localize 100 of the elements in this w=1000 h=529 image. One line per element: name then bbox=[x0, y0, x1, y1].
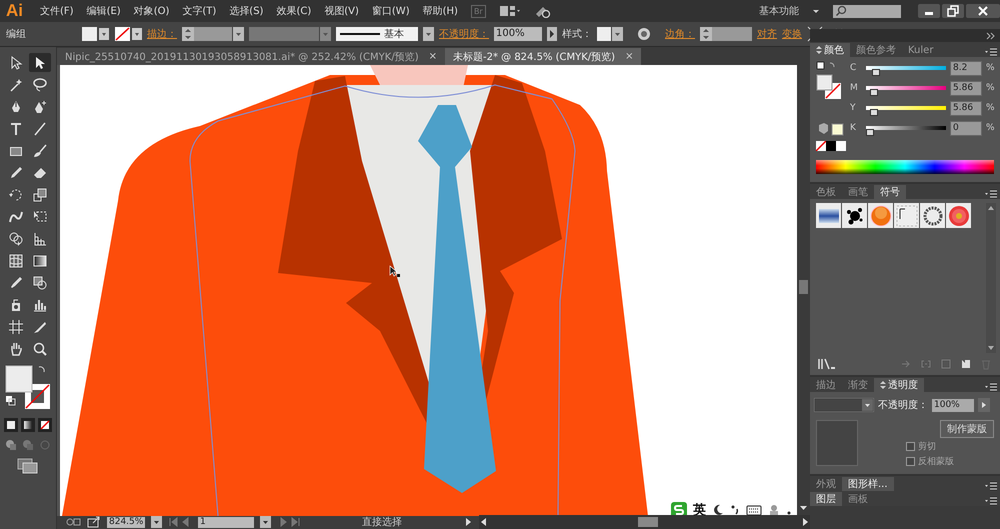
caret-icon[interactable] bbox=[423, 26, 434, 42]
menu-item[interactable]: 视图(V) bbox=[324, 4, 359, 18]
collapse-panels-icon[interactable] bbox=[986, 32, 996, 40]
panel-menu-icon[interactable] bbox=[985, 47, 997, 57]
stroke-swatch-icon[interactable] bbox=[114, 26, 142, 42]
transform-link[interactable]: 变换 bbox=[782, 27, 802, 41]
slider-thumb[interactable] bbox=[872, 69, 880, 76]
panel-tab[interactable]: 颜色 bbox=[810, 43, 850, 57]
menu-item[interactable]: 文件(F) bbox=[40, 4, 74, 18]
frame-symbol-icon[interactable] bbox=[894, 203, 919, 228]
screen-mode-icon[interactable] bbox=[17, 458, 39, 474]
caret-icon[interactable] bbox=[812, 7, 820, 15]
corner-field-icon[interactable] bbox=[700, 26, 752, 42]
search-field[interactable] bbox=[833, 4, 901, 18]
slider-thumb[interactable] bbox=[866, 129, 874, 136]
variable-width-dropdown-icon[interactable] bbox=[249, 26, 331, 42]
recolor-icon[interactable] bbox=[636, 26, 652, 42]
menu-item[interactable]: 效果(C) bbox=[276, 4, 312, 18]
panel-tab[interactable]: 图形样... bbox=[842, 477, 894, 491]
gradient-mode-icon[interactable] bbox=[21, 418, 35, 432]
workspace-switcher[interactable]: 基本功能 bbox=[759, 4, 799, 18]
panel-tab[interactable]: 透明度 bbox=[874, 378, 924, 392]
restore-icon[interactable] bbox=[942, 4, 964, 18]
panel-tab[interactable]: 色板 bbox=[810, 185, 842, 199]
opacity-field[interactable]: 100% bbox=[494, 27, 542, 41]
stroke-profile-dropdown[interactable]: 基本 bbox=[336, 27, 418, 41]
panel-tab[interactable]: 画笔 bbox=[842, 185, 874, 199]
panel-tab[interactable]: 图层 bbox=[810, 492, 842, 506]
vertical-scrollbar[interactable] bbox=[986, 203, 996, 353]
menu-item[interactable]: 帮助(H) bbox=[422, 4, 458, 18]
moon-icon[interactable] bbox=[712, 504, 724, 516]
fill-swatch-icon[interactable] bbox=[81, 26, 109, 42]
stroke-link[interactable]: 描边： bbox=[147, 27, 177, 41]
slider-thumb[interactable] bbox=[870, 109, 878, 116]
splat-symbol-icon[interactable] bbox=[842, 203, 867, 228]
layout-icon[interactable] bbox=[498, 4, 521, 18]
panel-menu-icon[interactable] bbox=[985, 189, 997, 199]
option-label: 反相蒙版 bbox=[918, 456, 954, 468]
draw-normal-icon[interactable] bbox=[4, 438, 18, 452]
checkbox[interactable] bbox=[906, 457, 915, 466]
vertical-scrollbar[interactable] bbox=[797, 65, 810, 515]
fill-stroke-swatches-icon[interactable] bbox=[4, 364, 52, 412]
close-tab-button[interactable]: × bbox=[625, 51, 634, 62]
quick-swatches-icon[interactable] bbox=[816, 141, 846, 151]
scroll-thumb[interactable] bbox=[799, 280, 808, 294]
align-link[interactable]: 对齐 bbox=[757, 27, 777, 41]
share-icon[interactable] bbox=[87, 516, 101, 528]
menu-item[interactable]: 选择(S) bbox=[229, 4, 264, 18]
ring-symbol-icon[interactable] bbox=[920, 203, 945, 228]
color-mode-icon[interactable] bbox=[4, 418, 18, 432]
banner-symbol-icon[interactable] bbox=[816, 203, 841, 228]
panel-menu-icon[interactable] bbox=[985, 481, 997, 491]
punctuation-icon[interactable] bbox=[730, 504, 740, 516]
panel-tab[interactable]: 符号 bbox=[874, 185, 906, 199]
arrow-right-icon[interactable] bbox=[547, 26, 557, 42]
opacity-field[interactable]: 100% bbox=[932, 398, 974, 412]
panel-tab[interactable]: 画板 bbox=[842, 492, 874, 506]
new-symbol-icon[interactable] bbox=[960, 358, 972, 370]
ime-mode-label[interactable]: 英 bbox=[693, 501, 706, 516]
channel-value-field[interactable]: 5.86 bbox=[950, 80, 982, 96]
menu-item[interactable]: 窗口(W) bbox=[372, 4, 410, 18]
color-spectrum-bar[interactable] bbox=[816, 160, 994, 174]
out-of-gamut-icon[interactable] bbox=[816, 123, 844, 137]
panel-tab[interactable]: 颜色参考 bbox=[850, 43, 902, 57]
style-swatch-icon[interactable] bbox=[597, 26, 623, 42]
caret-icon[interactable] bbox=[260, 516, 271, 528]
corner-link[interactable]: 边角： bbox=[665, 27, 695, 41]
minimize-icon[interactable] bbox=[918, 4, 940, 18]
document-tab[interactable]: Nipic_25510740_20191130193058913081.ai* @ 252.42% (CMYK/预览) × bbox=[57, 48, 445, 65]
close-tab-button[interactable]: × bbox=[428, 51, 437, 62]
panel-tab[interactable]: 外观 bbox=[810, 477, 842, 491]
slider-thumb[interactable] bbox=[870, 89, 878, 96]
direct-select-tool-icon[interactable] bbox=[29, 53, 51, 72]
scroll-thumb[interactable] bbox=[638, 517, 658, 527]
zoom-field[interactable]: 824.5% bbox=[107, 516, 145, 528]
close-icon[interactable] bbox=[966, 4, 1000, 18]
document-tab[interactable]: 未标题-2* @ 824.5% (CMYK/预览) × bbox=[444, 48, 642, 65]
menu-item[interactable]: 编辑(E) bbox=[86, 4, 121, 18]
menu-item[interactable]: 文字(T) bbox=[182, 4, 216, 18]
stroke-weight-field-icon[interactable] bbox=[182, 26, 244, 42]
panel-tab[interactable]: 渐变 bbox=[842, 378, 874, 392]
opacity-link[interactable]: 不透明度： bbox=[439, 27, 489, 41]
symbol-library-icon[interactable] bbox=[818, 358, 836, 370]
panel-menu-icon[interactable] bbox=[985, 496, 997, 506]
keyboard-icon[interactable] bbox=[746, 504, 762, 516]
arrow-right-icon[interactable] bbox=[978, 398, 990, 412]
panel-menu-icon[interactable] bbox=[985, 382, 997, 392]
checkbox[interactable] bbox=[906, 442, 915, 451]
caret-icon[interactable] bbox=[151, 516, 162, 528]
none-mode-icon[interactable] bbox=[38, 418, 52, 432]
menu-item[interactable]: 对象(O) bbox=[134, 4, 170, 18]
panel-tab[interactable]: 描边 bbox=[810, 378, 842, 392]
channel-value-field[interactable]: 0 bbox=[950, 120, 982, 136]
channel-value-field[interactable]: 8.2 bbox=[950, 60, 982, 76]
channel-value-field[interactable]: 5.86 bbox=[950, 100, 982, 116]
artboard-rotate-icon[interactable] bbox=[65, 517, 81, 527]
flower-symbol-icon[interactable] bbox=[946, 203, 971, 228]
make-mask-button[interactable]: 制作蒙版 bbox=[940, 420, 994, 438]
artboard-field[interactable]: 1 bbox=[198, 516, 254, 528]
panel-tab[interactable]: Kuler bbox=[902, 43, 940, 57]
